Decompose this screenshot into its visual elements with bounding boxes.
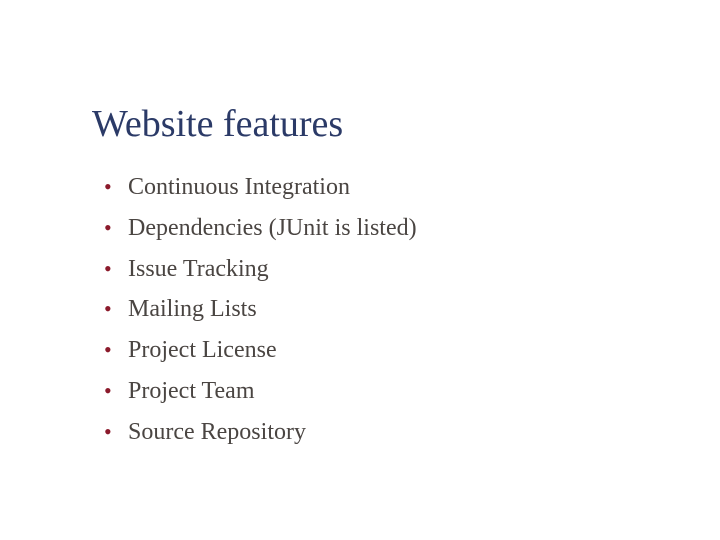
list-item-text: Mailing Lists [128,296,257,323]
bullet-icon: • [104,214,112,240]
list-item-text: Project Team [128,377,255,404]
list-item-text: Source Repository [128,418,306,445]
bullet-icon: • [104,337,112,363]
list-item-text: Dependencies (JUnit is listed) [128,214,417,241]
list-item-text: Project License [128,337,277,364]
slide-title: Website features [92,103,344,145]
bullet-icon: • [104,377,112,403]
list-item-text: Issue Tracking [128,255,269,282]
bullet-icon: • [104,255,112,281]
slide: Website features • Continuous Integratio… [0,0,720,540]
bullet-icon: • [104,296,112,322]
bullet-icon: • [104,418,112,444]
list-item-text: Continuous Integration [128,174,350,200]
bullet-icon: • [104,174,112,199]
